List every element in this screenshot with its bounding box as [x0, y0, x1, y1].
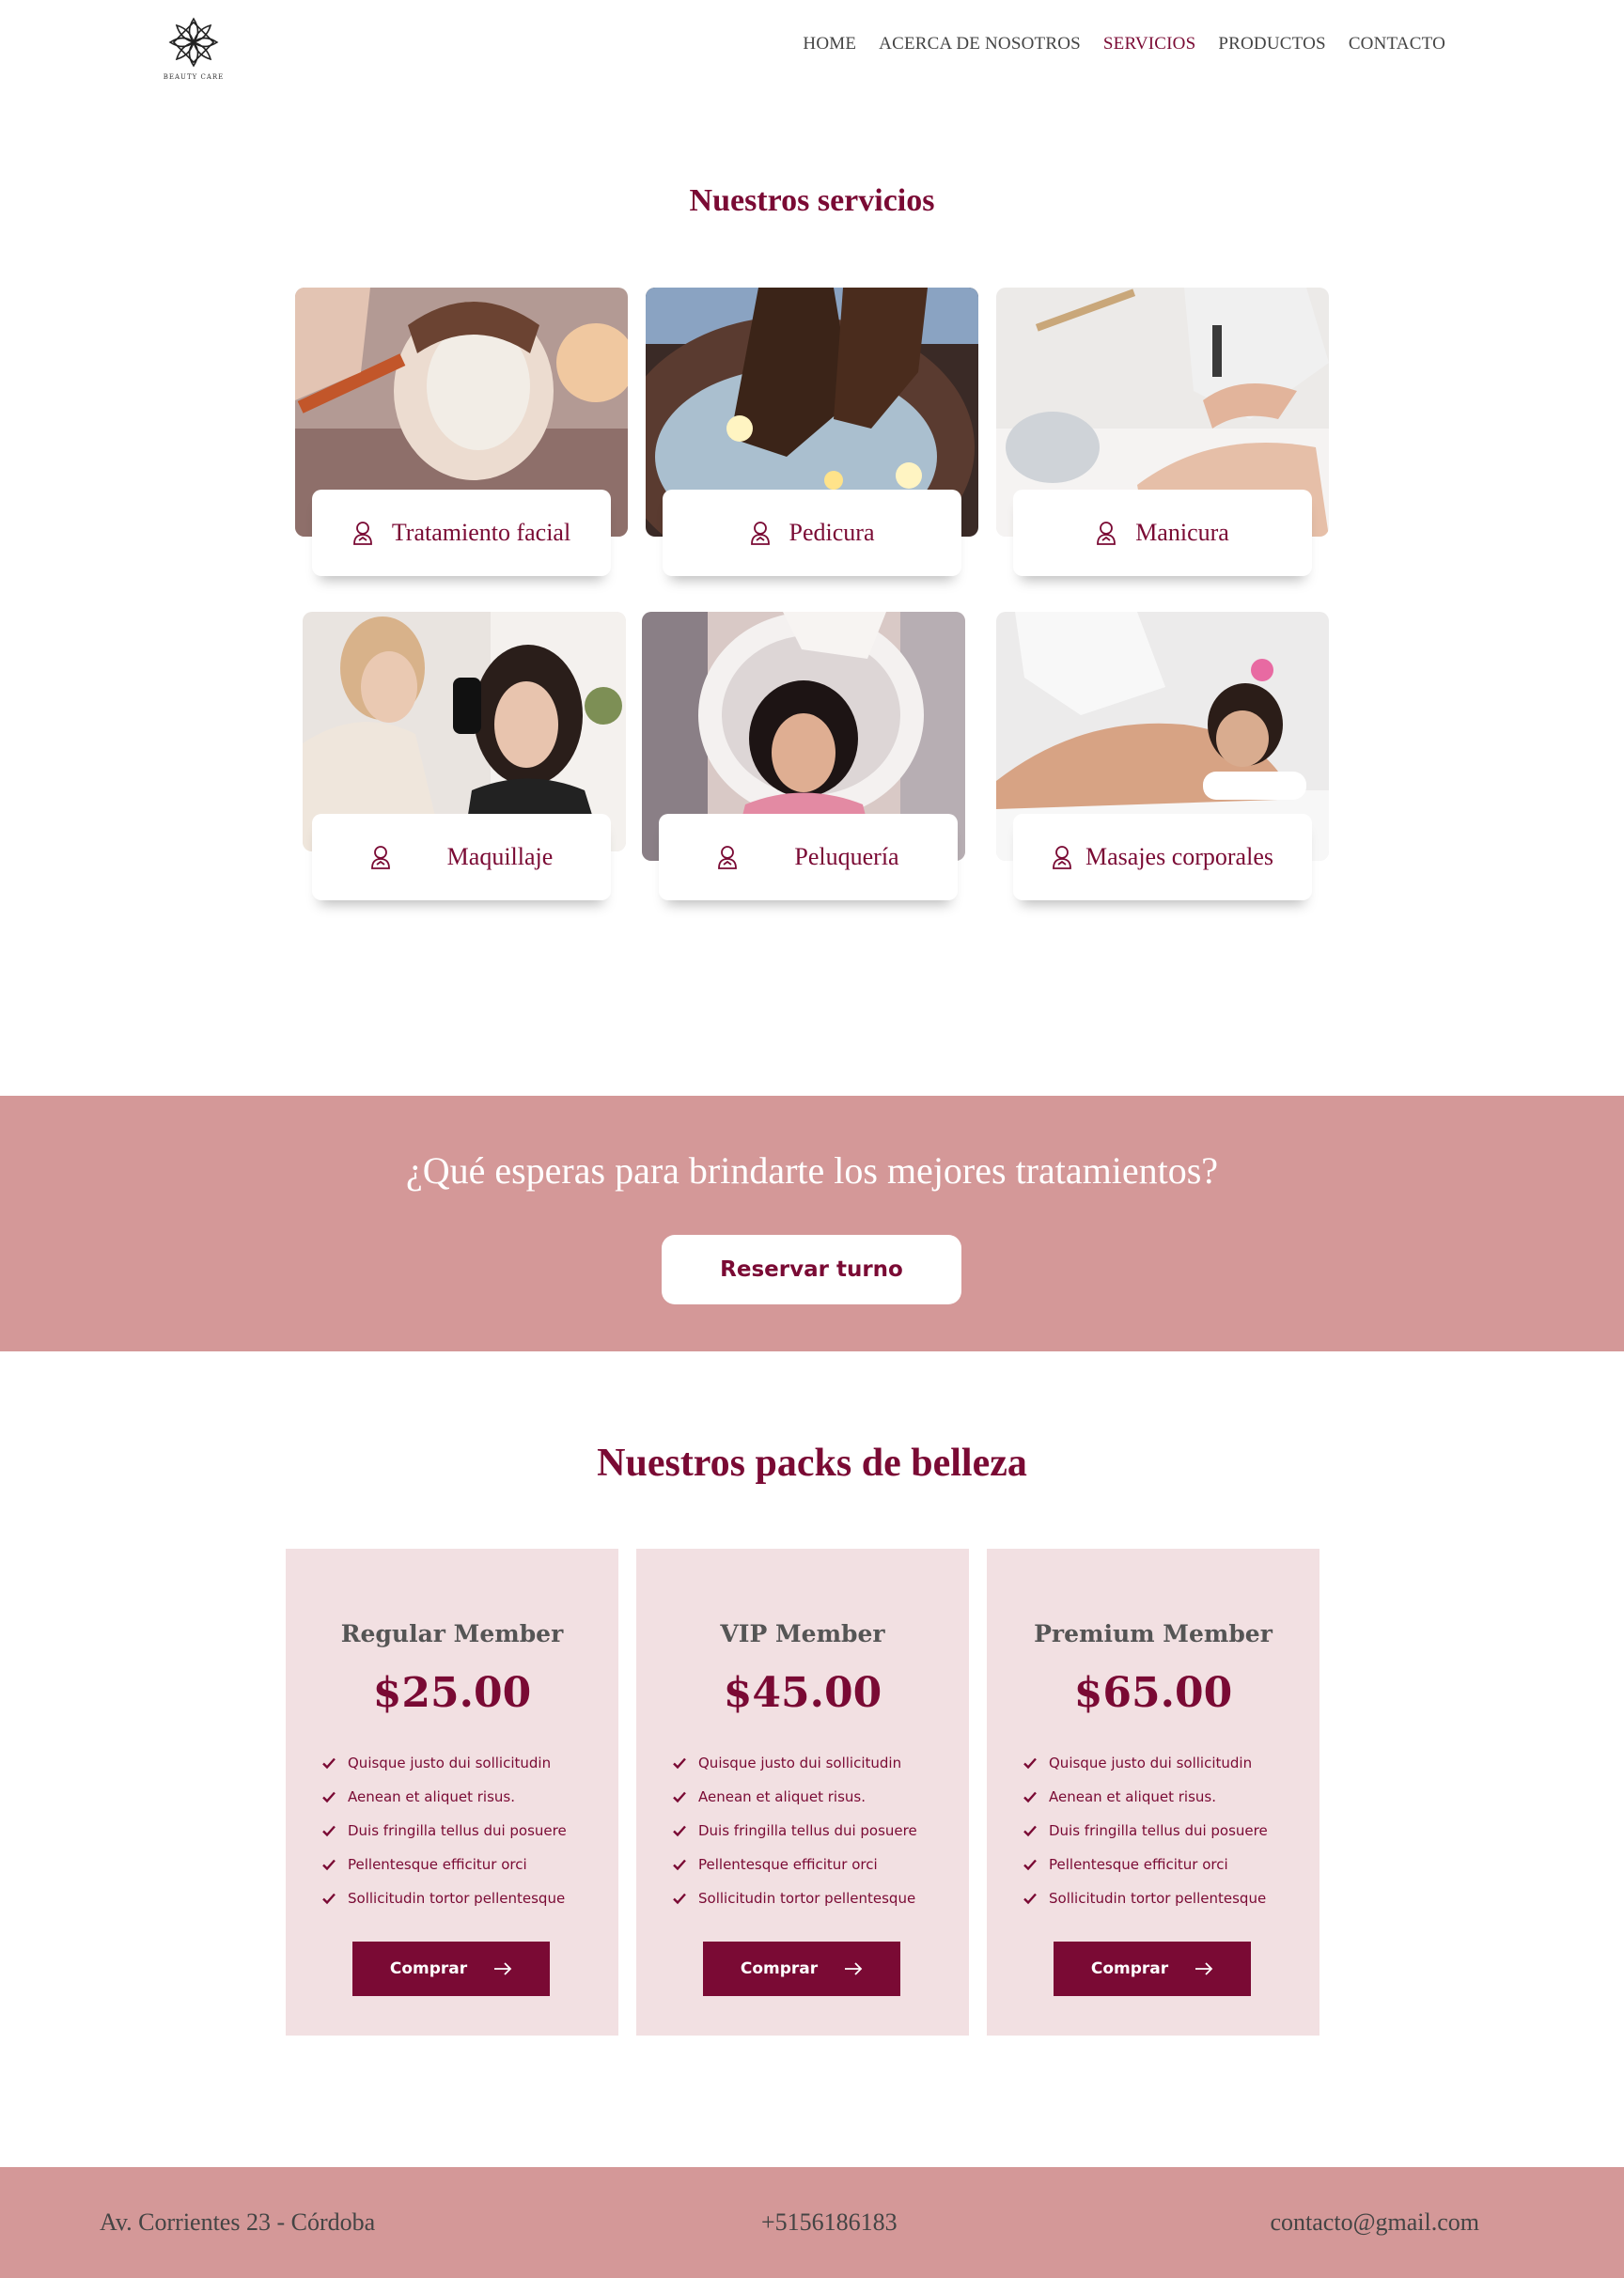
- check-icon: [673, 1757, 686, 1770]
- check-icon: [1023, 1791, 1037, 1803]
- check-icon: [1023, 1825, 1037, 1837]
- service-name: Maquillaje: [446, 843, 554, 870]
- footer-address: Av. Corrientes 23 - Córdoba: [100, 2208, 376, 2236]
- service-label: Pedicura: [663, 490, 961, 576]
- list-item: Duis fringilla tellus dui posuere: [1023, 1814, 1268, 1848]
- service-label: Masajes corporales: [1013, 814, 1312, 900]
- check-icon: [673, 1791, 686, 1803]
- booking-cta: ¿Qué esperas para brindarte los mejores …: [0, 1096, 1624, 1351]
- pack-feature-list: Quisque justo dui sollicitudin Aenean et…: [321, 1746, 567, 1915]
- pack-price: $65.00: [1073, 1669, 1233, 1717]
- cta-heading: ¿Qué esperas para brindarte los mejores …: [405, 1149, 1219, 1192]
- check-icon: [322, 1893, 336, 1905]
- nav-contact[interactable]: CONTACTO: [1349, 34, 1445, 55]
- service-name: Masajes corporales: [1085, 843, 1273, 870]
- pack-feature-list: Quisque justo dui sollicitudin Aenean et…: [1023, 1746, 1268, 1915]
- arrow-right-icon: [845, 1962, 863, 1975]
- pack-price: $25.00: [372, 1669, 532, 1717]
- person-icon: [750, 522, 770, 545]
- nav-products[interactable]: PRODUCTOS: [1218, 34, 1325, 55]
- check-icon: [322, 1757, 336, 1770]
- pack-card-vip: VIP Member $45.00 Quisque justo dui soll…: [636, 1549, 969, 2036]
- service-name: Peluquería: [794, 843, 899, 870]
- service-name: Tratamiento facial: [391, 519, 571, 546]
- nav-about[interactable]: ACERCA DE NOSOTROS: [879, 34, 1081, 55]
- list-item: Sollicitudin tortor pellentesque: [672, 1881, 917, 1915]
- site-footer: Av. Corrientes 23 - Córdoba +5156186183 …: [0, 2167, 1624, 2278]
- pack-name: Premium Member: [1034, 1620, 1273, 1647]
- pack-name: Regular Member: [340, 1620, 564, 1647]
- footer-email[interactable]: contacto@gmail.com: [1271, 2208, 1480, 2237]
- check-icon: [673, 1825, 686, 1837]
- list-item: Pellentesque efficitur orci: [1023, 1848, 1268, 1881]
- check-icon: [322, 1791, 336, 1803]
- nav-services[interactable]: SERVICIOS: [1103, 34, 1195, 55]
- footer-phone[interactable]: +5156186183: [761, 2208, 898, 2237]
- service-label: Peluquería: [659, 814, 958, 900]
- list-item: Sollicitudin tortor pellentesque: [321, 1881, 567, 1915]
- list-item: Aenean et aliquet risus.: [321, 1780, 567, 1814]
- person-icon: [1097, 522, 1116, 545]
- person-icon: [352, 522, 372, 545]
- check-icon: [673, 1859, 686, 1871]
- nav-home[interactable]: HOME: [803, 34, 856, 55]
- service-card-manicure[interactable]: Manicura: [996, 288, 1329, 579]
- person-icon: [370, 846, 390, 869]
- service-name: Manicura: [1135, 519, 1229, 546]
- person-icon: [718, 846, 738, 869]
- packs-title: Nuestros packs de belleza: [597, 1442, 1027, 1485]
- service-card-pedicure[interactable]: Pedicura: [646, 288, 978, 579]
- list-item: Aenean et aliquet risus.: [672, 1780, 917, 1814]
- buy-regular-button[interactable]: Comprar: [352, 1942, 550, 1996]
- check-icon: [1023, 1893, 1037, 1905]
- main-nav: HOME ACERCA DE NOSOTROS SERVICIOS PRODUC…: [780, 34, 1445, 55]
- arrow-right-icon: [1195, 1962, 1213, 1975]
- lotus-logo-icon: [168, 17, 219, 68]
- list-item: Pellentesque efficitur orci: [672, 1848, 917, 1881]
- list-item: Sollicitudin tortor pellentesque: [1023, 1881, 1268, 1915]
- buy-premium-button[interactable]: Comprar: [1054, 1942, 1251, 1996]
- person-icon: [1053, 846, 1071, 869]
- list-item: Duis fringilla tellus dui posuere: [672, 1814, 917, 1848]
- arrow-right-icon: [494, 1962, 512, 1975]
- check-icon: [322, 1825, 336, 1837]
- service-card-hair[interactable]: Peluquería: [642, 612, 975, 903]
- service-card-massage[interactable]: Masajes corporales: [996, 612, 1329, 903]
- check-icon: [673, 1893, 686, 1905]
- service-name: Pedicura: [789, 519, 875, 546]
- check-icon: [322, 1859, 336, 1871]
- buy-vip-button[interactable]: Comprar: [703, 1942, 900, 1996]
- services-title: Nuestros servicios: [689, 183, 935, 218]
- check-icon: [1023, 1757, 1037, 1770]
- book-appointment-button[interactable]: Reservar turno: [662, 1235, 961, 1304]
- list-item: Quisque justo dui sollicitudin: [1023, 1746, 1268, 1780]
- pack-name: VIP Member: [720, 1620, 885, 1647]
- service-card-facial[interactable]: Tratamiento facial: [295, 288, 628, 579]
- pack-card-premium: Premium Member $65.00 Quisque justo dui …: [987, 1549, 1320, 2036]
- list-item: Pellentesque efficitur orci: [321, 1848, 567, 1881]
- site-header: BEAUTY CARE HOME ACERCA DE NOSOTROS SERV…: [0, 0, 1624, 94]
- list-item: Quisque justo dui sollicitudin: [672, 1746, 917, 1780]
- pack-feature-list: Quisque justo dui sollicitudin Aenean et…: [672, 1746, 917, 1915]
- pack-card-regular: Regular Member $25.00 Quisque justo dui …: [286, 1549, 618, 2036]
- list-item: Duis fringilla tellus dui posuere: [321, 1814, 567, 1848]
- service-label: Manicura: [1013, 490, 1312, 576]
- check-icon: [1023, 1859, 1037, 1871]
- brand-logo[interactable]: BEAUTY CARE: [162, 13, 226, 85]
- service-label: Tratamiento facial: [312, 490, 611, 576]
- pack-price: $45.00: [723, 1669, 882, 1717]
- service-card-makeup[interactable]: Maquillaje: [303, 612, 635, 903]
- service-label: Maquillaje: [312, 814, 611, 900]
- logo-text: BEAUTY CARE: [163, 73, 225, 81]
- list-item: Aenean et aliquet risus.: [1023, 1780, 1268, 1814]
- list-item: Quisque justo dui sollicitudin: [321, 1746, 567, 1780]
